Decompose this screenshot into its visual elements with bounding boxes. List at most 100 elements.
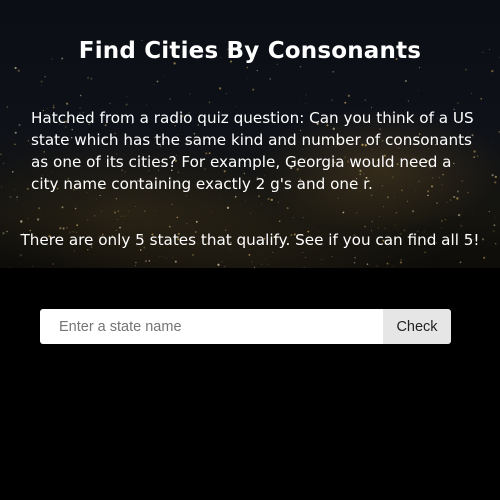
city-light: [186, 222, 188, 225]
city-light: [18, 123, 21, 126]
city-light: [364, 225, 366, 228]
city-light: [135, 206, 136, 207]
city-light: [278, 220, 281, 223]
city-light: [53, 104, 55, 107]
city-light: [113, 211, 117, 214]
city-light: [87, 219, 89, 221]
city-light: [9, 266, 10, 268]
city-light: [457, 213, 461, 217]
city-light: [208, 101, 211, 104]
city-light: [135, 265, 137, 267]
city-light: [66, 102, 69, 105]
city-light: [353, 205, 355, 207]
city-light: [494, 175, 497, 179]
city-light: [329, 87, 330, 89]
city-light: [260, 204, 262, 205]
city-light: [218, 195, 220, 197]
city-light: [16, 196, 18, 198]
city-light: [394, 197, 395, 199]
city-light: [378, 216, 380, 217]
city-light: [383, 206, 385, 208]
check-button[interactable]: Check: [383, 309, 451, 344]
city-light: [393, 266, 395, 268]
city-light: [331, 99, 334, 102]
city-light: [254, 265, 256, 267]
city-light: [6, 106, 8, 108]
city-light: [354, 256, 356, 259]
city-light: [154, 210, 156, 211]
city-light: [218, 87, 222, 90]
city-light: [176, 216, 179, 219]
city-light: [304, 256, 306, 258]
hero-banner: Find Cities By Consonants Hatched from a…: [0, 0, 500, 268]
city-light: [386, 262, 389, 265]
city-light: [387, 195, 389, 197]
city-light: [195, 220, 198, 223]
city-light: [491, 69, 494, 73]
city-light: [86, 76, 90, 79]
city-light: [347, 94, 351, 97]
city-light: [248, 253, 251, 256]
city-light: [76, 224, 79, 227]
city-light: [406, 200, 408, 202]
city-light: [356, 212, 358, 214]
city-light: [321, 259, 323, 260]
city-light: [120, 215, 122, 217]
city-light: [491, 142, 493, 144]
city-light: [256, 69, 258, 72]
city-light: [494, 181, 497, 184]
challenge-text: There are only 5 states that qualify. Se…: [20, 231, 480, 249]
city-light: [387, 256, 389, 258]
city-light: [14, 131, 17, 134]
city-light: [272, 251, 274, 253]
city-light: [411, 210, 415, 213]
city-light: [483, 256, 486, 259]
city-light: [79, 94, 82, 97]
city-light: [241, 205, 242, 207]
city-light: [14, 66, 17, 70]
city-light: [135, 261, 137, 264]
city-light: [125, 103, 128, 106]
city-light: [299, 65, 302, 68]
city-light: [168, 225, 171, 228]
city-light: [172, 257, 174, 259]
city-light: [38, 207, 41, 210]
city-light: [244, 200, 246, 202]
city-light: [298, 98, 300, 100]
city-light: [246, 66, 249, 69]
city-light: [488, 211, 490, 213]
city-light: [472, 212, 473, 214]
city-light: [27, 218, 29, 219]
city-light: [364, 99, 367, 102]
city-light: [270, 198, 273, 202]
city-light: [400, 259, 402, 261]
city-light: [257, 195, 260, 198]
city-light: [404, 80, 407, 82]
city-light: [292, 217, 294, 219]
city-light: [226, 206, 230, 209]
city-light: [459, 261, 462, 264]
city-light: [456, 102, 459, 104]
city-light: [303, 266, 305, 268]
city-light: [44, 76, 46, 78]
page-title: Find Cities By Consonants: [78, 38, 422, 64]
city-light: [0, 153, 2, 155]
city-light: [277, 201, 279, 203]
city-light: [252, 88, 255, 91]
city-light: [171, 203, 173, 206]
city-light: [228, 257, 230, 259]
city-light: [224, 266, 226, 268]
city-light: [19, 254, 23, 257]
city-light: [464, 68, 467, 71]
state-name-input[interactable]: [40, 309, 383, 344]
city-light: [40, 80, 43, 83]
city-light: [436, 202, 438, 204]
city-light: [366, 263, 369, 265]
city-light: [126, 96, 128, 98]
city-light: [9, 195, 12, 199]
city-light: [234, 195, 237, 198]
city-light: [169, 97, 171, 100]
city-light: [371, 220, 373, 223]
city-light: [189, 93, 191, 95]
city-light: [395, 211, 398, 214]
